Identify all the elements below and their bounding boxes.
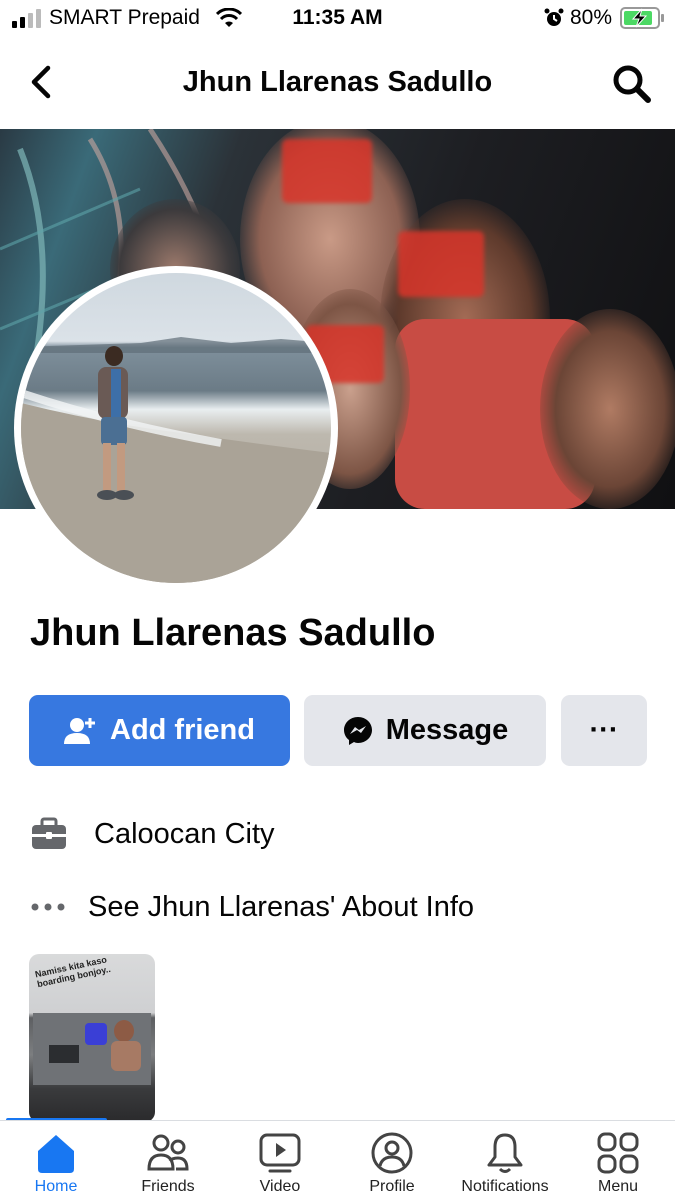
tab-label: Notifications (461, 1178, 549, 1195)
tab-home[interactable]: Home (0, 1121, 112, 1200)
tab-notifications[interactable]: Notifications (449, 1121, 561, 1200)
page-title: Jhun Llarenas Sadullo (182, 66, 493, 98)
battery-charging-icon (620, 7, 664, 29)
message-button[interactable]: Message (304, 695, 546, 766)
tab-menu[interactable]: Menu (562, 1121, 674, 1200)
tab-label: Menu (597, 1178, 639, 1195)
menu-grid-icon (597, 1132, 639, 1174)
cover-figure (540, 309, 675, 509)
avatar-photo (21, 273, 331, 583)
profile-icon (371, 1132, 413, 1174)
more-options-label: ··· (589, 714, 619, 746)
tab-label: Friends (141, 1178, 195, 1195)
work-location-text: Caloocan City (94, 817, 275, 850)
story-thumbnail[interactable]: Namiss kita kaso boarding bonjoy.. (29, 954, 155, 1122)
battery-percent: 80% (570, 6, 613, 29)
tab-label: Home (34, 1178, 78, 1195)
story-caption: Namiss kita kaso boarding bonjoy.. (34, 954, 112, 990)
tab-video[interactable]: Video (224, 1121, 336, 1200)
video-icon (259, 1133, 301, 1173)
tab-profile[interactable]: Profile (336, 1121, 448, 1200)
about-info-row[interactable]: See Jhun Llarenas' About Info (30, 887, 474, 927)
search-icon[interactable] (610, 62, 654, 106)
avatar-beach-scene (21, 337, 331, 583)
message-label: Message (385, 714, 509, 746)
bell-icon (487, 1133, 523, 1173)
add-person-icon (64, 717, 95, 744)
add-friend-label: Add friend (110, 714, 255, 746)
tab-label: Profile (369, 1178, 415, 1195)
alarm-icon (544, 8, 564, 26)
status-bar: SMART Prepaid 11:35 AM 80% (0, 0, 675, 40)
profile-name: Jhun Llarenas Sadullo (30, 612, 436, 654)
more-dots-icon (30, 887, 74, 927)
tab-friends[interactable]: Friends (112, 1121, 224, 1200)
face-censor-mark (398, 231, 484, 297)
profile-avatar[interactable] (14, 266, 338, 590)
about-info-link[interactable]: See Jhun Llarenas' About Info (88, 891, 474, 924)
add-friend-button[interactable]: Add friend (29, 695, 290, 766)
messenger-icon (343, 716, 372, 745)
profile-header: Jhun Llarenas Sadullo (0, 40, 675, 128)
work-info-row: Caloocan City (30, 814, 275, 854)
home-icon (38, 1135, 74, 1173)
story-photo (33, 1013, 151, 1085)
tab-label: Video (259, 1178, 301, 1195)
face-censor-mark (282, 139, 372, 203)
briefcase-icon (30, 814, 74, 854)
friends-icon (147, 1134, 189, 1171)
more-options-button[interactable]: ··· (561, 695, 647, 766)
bottom-tab-bar: Home Friends Video Profile Notifications… (0, 1120, 675, 1200)
